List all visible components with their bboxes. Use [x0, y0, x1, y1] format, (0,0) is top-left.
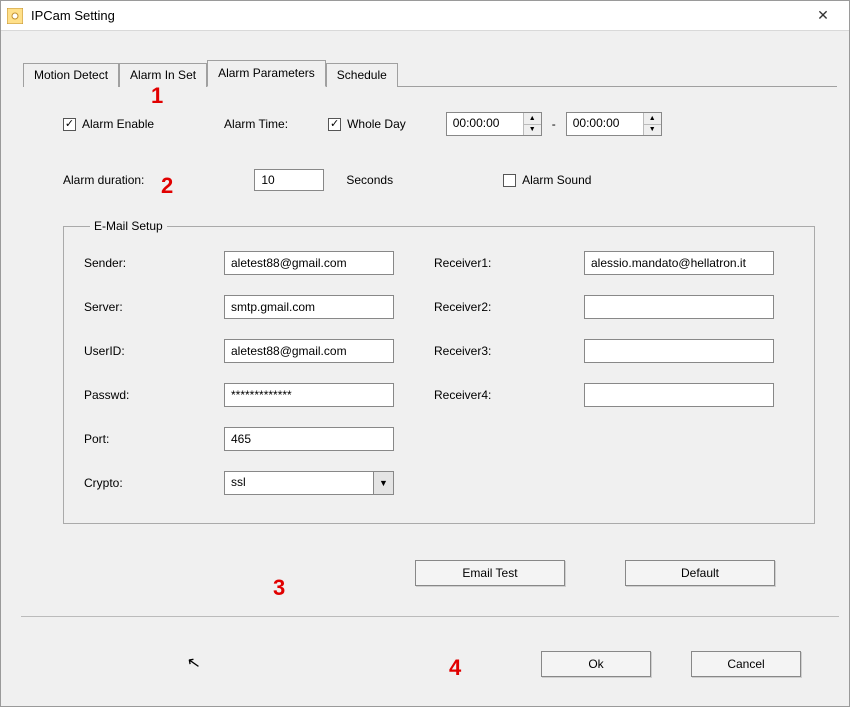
dialog-buttons: Ok Cancel — [1, 651, 849, 677]
cancel-button[interactable]: Cancel — [691, 651, 801, 677]
server-label: Server: — [84, 300, 194, 314]
close-button[interactable]: ✕ — [803, 2, 843, 30]
tab-alarm-parameters[interactable]: Alarm Parameters — [207, 60, 326, 87]
time-from-input[interactable]: 00:00:00 ▲ ▼ — [446, 112, 542, 136]
receiver3-label: Receiver3: — [434, 344, 554, 358]
time-to-up-icon[interactable]: ▲ — [644, 113, 661, 125]
alarm-enable-label: Alarm Enable — [82, 117, 154, 131]
annotation-1: 1 — [151, 83, 163, 109]
receiver3-input[interactable] — [584, 339, 774, 363]
alarm-sound-label: Alarm Sound — [522, 173, 591, 187]
time-to-input[interactable]: 00:00:00 ▲ ▼ — [566, 112, 662, 136]
default-button[interactable]: Default — [625, 560, 775, 586]
port-label: Port: — [84, 432, 194, 446]
alarm-duration-input[interactable] — [254, 169, 324, 191]
time-to-value[interactable]: 00:00:00 — [567, 113, 643, 135]
userid-input[interactable] — [224, 339, 394, 363]
alarm-enable-checkbox[interactable] — [63, 118, 76, 131]
port-input[interactable] — [224, 427, 394, 451]
email-setup-group: E-Mail Setup Sender: Receiver1: Server: … — [63, 219, 815, 524]
window-root: IPCam Setting ✕ Motion Detect Alarm In S… — [0, 0, 850, 707]
annotation-3: 3 — [273, 575, 285, 601]
whole-day-label: Whole Day — [347, 117, 406, 131]
whole-day-checkbox[interactable] — [328, 118, 341, 131]
alarm-time-label: Alarm Time: — [224, 117, 288, 131]
time-separator: - — [552, 117, 556, 131]
crypto-value: ssl — [225, 472, 373, 494]
passwd-input[interactable] — [224, 383, 394, 407]
app-icon — [7, 8, 23, 24]
separator — [21, 616, 839, 617]
time-to-down-icon[interactable]: ▼ — [644, 125, 661, 136]
titlebar: IPCam Setting ✕ — [1, 1, 849, 31]
alarm-duration-label: Alarm duration: — [63, 173, 144, 187]
userid-label: UserID: — [84, 344, 194, 358]
email-test-button[interactable]: Email Test — [415, 560, 565, 586]
receiver1-label: Receiver1: — [434, 256, 554, 270]
receiver1-input[interactable] — [584, 251, 774, 275]
alarm-sound-checkbox[interactable] — [503, 174, 516, 187]
receiver4-input[interactable] — [584, 383, 774, 407]
receiver2-label: Receiver2: — [434, 300, 554, 314]
ok-button[interactable]: Ok — [541, 651, 651, 677]
server-input[interactable] — [224, 295, 394, 319]
chevron-down-icon[interactable]: ▼ — [373, 472, 393, 494]
receiver4-label: Receiver4: — [434, 388, 554, 402]
annotation-2: 2 — [161, 173, 173, 199]
crypto-select[interactable]: ssl ▼ — [224, 471, 394, 495]
window-title: IPCam Setting — [31, 8, 115, 23]
sender-label: Sender: — [84, 256, 194, 270]
time-from-value[interactable]: 00:00:00 — [447, 113, 523, 135]
time-from-up-icon[interactable]: ▲ — [524, 113, 541, 125]
email-setup-legend: E-Mail Setup — [90, 219, 167, 233]
sender-input[interactable] — [224, 251, 394, 275]
tab-motion-detect[interactable]: Motion Detect — [23, 63, 119, 87]
receiver2-input[interactable] — [584, 295, 774, 319]
passwd-label: Passwd: — [84, 388, 194, 402]
panel-alarm-parameters: Alarm Enable Alarm Time: Whole Day 00:00… — [23, 87, 837, 596]
alarm-duration-unit: Seconds — [346, 173, 393, 187]
annotation-4: 4 — [449, 655, 461, 681]
crypto-label: Crypto: — [84, 476, 194, 490]
tab-schedule[interactable]: Schedule — [326, 63, 398, 87]
time-from-down-icon[interactable]: ▼ — [524, 125, 541, 136]
tab-row: Motion Detect Alarm In Set Alarm Paramet… — [23, 59, 837, 87]
